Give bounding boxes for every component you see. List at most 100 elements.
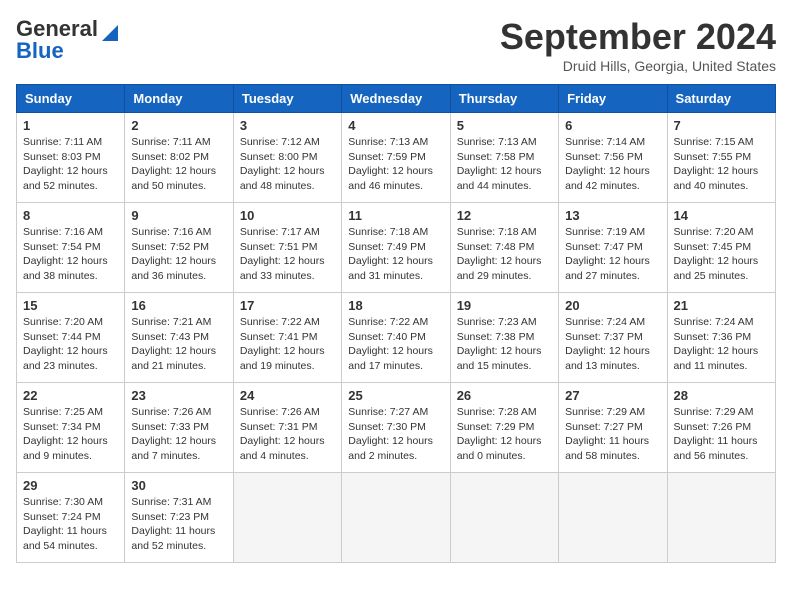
col-tuesday: Tuesday [233,85,341,113]
day-number: 18 [348,298,443,313]
day-info: Sunrise: 7:21 AM Sunset: 7:43 PM Dayligh… [131,315,226,374]
calendar-cell: 14 Sunrise: 7:20 AM Sunset: 7:45 PM Dayli… [667,203,775,293]
calendar-cell: 20Sunrise: 7:24 AM Sunset: 7:37 PM Dayli… [559,293,667,383]
day-number: 2 [131,118,226,133]
calendar-week-4: 22 Sunrise: 7:25 AM Sunset: 7:34 PM Dayli… [17,383,776,473]
day-number: 19 [457,298,552,313]
col-saturday: Saturday [667,85,775,113]
day-number: 30 [131,478,226,493]
calendar-week-1: 1 Sunrise: 7:11 AM Sunset: 8:03 PM Daylig… [17,113,776,203]
day-info: Sunrise: 7:26 AM Sunset: 7:33 PM Dayligh… [131,405,226,464]
logo-arrow-icon [100,23,120,43]
calendar-cell: 7 Sunrise: 7:15 AM Sunset: 7:55 PM Daylig… [667,113,775,203]
col-sunday: Sunday [17,85,125,113]
day-number: 21 [674,298,769,313]
calendar-cell: 18 Sunrise: 7:22 AM Sunset: 7:40 PM Dayli… [342,293,450,383]
day-info: Sunrise: 7:11 AM Sunset: 8:03 PM Dayligh… [23,135,118,194]
day-number: 14 [674,208,769,223]
calendar-cell: 28 Sunrise: 7:29 AM Sunset: 7:26 PM Dayli… [667,383,775,473]
day-number: 22 [23,388,118,403]
day-number: 3 [240,118,335,133]
calendar-cell: 26 Sunrise: 7:28 AM Sunset: 7:29 PM Dayli… [450,383,558,473]
day-info: Sunrise: 7:24 AM Sunset: 7:37 PM Dayligh… [565,315,660,374]
calendar-cell: 13 Sunrise: 7:19 AM Sunset: 7:47 PM Dayli… [559,203,667,293]
calendar-cell: 9 Sunrise: 7:16 AM Sunset: 7:52 PM Daylig… [125,203,233,293]
day-info: Sunrise: 7:20 AM Sunset: 7:45 PM Dayligh… [674,225,769,284]
day-number: 5 [457,118,552,133]
day-info: Sunrise: 7:11 AM Sunset: 8:02 PM Dayligh… [131,135,226,194]
calendar-cell [559,473,667,563]
location: Druid Hills, Georgia, United States [500,58,776,74]
calendar-cell: 3 Sunrise: 7:12 AM Sunset: 8:00 PM Daylig… [233,113,341,203]
day-number: 7 [674,118,769,133]
calendar-cell: 12 Sunrise: 7:18 AM Sunset: 7:48 PM Dayli… [450,203,558,293]
day-number: 11 [348,208,443,223]
day-info: Sunrise: 7:22 AM Sunset: 7:41 PM Dayligh… [240,315,335,374]
calendar-cell: 16 Sunrise: 7:21 AM Sunset: 7:43 PM Dayli… [125,293,233,383]
day-info: Sunrise: 7:15 AM Sunset: 7:55 PM Dayligh… [674,135,769,194]
day-info: Sunrise: 7:16 AM Sunset: 7:52 PM Dayligh… [131,225,226,284]
day-info: Sunrise: 7:19 AM Sunset: 7:47 PM Dayligh… [565,225,660,284]
day-number: 16 [131,298,226,313]
calendar-cell [233,473,341,563]
day-number: 8 [23,208,118,223]
calendar-cell: 1 Sunrise: 7:11 AM Sunset: 8:03 PM Daylig… [17,113,125,203]
day-info: Sunrise: 7:30 AM Sunset: 7:24 PM Dayligh… [23,495,118,554]
col-monday: Monday [125,85,233,113]
calendar-cell [450,473,558,563]
col-friday: Friday [559,85,667,113]
day-info: Sunrise: 7:31 AM Sunset: 7:23 PM Dayligh… [131,495,226,554]
day-number: 13 [565,208,660,223]
day-info: Sunrise: 7:22 AM Sunset: 7:40 PM Dayligh… [348,315,443,374]
calendar-cell: 29 Sunrise: 7:30 AM Sunset: 7:24 PM Dayli… [17,473,125,563]
col-thursday: Thursday [450,85,558,113]
day-number: 9 [131,208,226,223]
calendar-cell: 30 Sunrise: 7:31 AM Sunset: 7:23 PM Dayli… [125,473,233,563]
day-info: Sunrise: 7:18 AM Sunset: 7:48 PM Dayligh… [457,225,552,284]
header: General Blue September 2024 Druid Hills,… [16,16,776,74]
day-info: Sunrise: 7:16 AM Sunset: 7:54 PM Dayligh… [23,225,118,284]
day-info: Sunrise: 7:17 AM Sunset: 7:51 PM Dayligh… [240,225,335,284]
calendar-cell: 27 Sunrise: 7:29 AM Sunset: 7:27 PM Dayli… [559,383,667,473]
day-info: Sunrise: 7:29 AM Sunset: 7:27 PM Dayligh… [565,405,660,464]
day-number: 29 [23,478,118,493]
calendar-header: Sunday Monday Tuesday Wednesday Thursday… [17,85,776,113]
day-info: Sunrise: 7:27 AM Sunset: 7:30 PM Dayligh… [348,405,443,464]
day-info: Sunrise: 7:29 AM Sunset: 7:26 PM Dayligh… [674,405,769,464]
calendar-cell [667,473,775,563]
calendar-week-2: 8 Sunrise: 7:16 AM Sunset: 7:54 PM Daylig… [17,203,776,293]
calendar-week-3: 15 Sunrise: 7:20 AM Sunset: 7:44 PM Dayli… [17,293,776,383]
day-number: 23 [131,388,226,403]
calendar-cell: 21Sunrise: 7:24 AM Sunset: 7:36 PM Dayli… [667,293,775,383]
calendar-cell: 5 Sunrise: 7:13 AM Sunset: 7:58 PM Daylig… [450,113,558,203]
day-info: Sunrise: 7:12 AM Sunset: 8:00 PM Dayligh… [240,135,335,194]
calendar-cell: 11 Sunrise: 7:18 AM Sunset: 7:49 PM Dayli… [342,203,450,293]
day-number: 28 [674,388,769,403]
day-number: 15 [23,298,118,313]
calendar-cell: 4 Sunrise: 7:13 AM Sunset: 7:59 PM Daylig… [342,113,450,203]
day-number: 6 [565,118,660,133]
day-number: 24 [240,388,335,403]
day-info: Sunrise: 7:18 AM Sunset: 7:49 PM Dayligh… [348,225,443,284]
day-info: Sunrise: 7:28 AM Sunset: 7:29 PM Dayligh… [457,405,552,464]
day-info: Sunrise: 7:23 AM Sunset: 7:38 PM Dayligh… [457,315,552,374]
day-info: Sunrise: 7:13 AM Sunset: 7:58 PM Dayligh… [457,135,552,194]
calendar-cell: 6 Sunrise: 7:14 AM Sunset: 7:56 PM Daylig… [559,113,667,203]
day-number: 27 [565,388,660,403]
day-number: 1 [23,118,118,133]
day-info: Sunrise: 7:13 AM Sunset: 7:59 PM Dayligh… [348,135,443,194]
day-number: 26 [457,388,552,403]
day-number: 12 [457,208,552,223]
day-info: Sunrise: 7:25 AM Sunset: 7:34 PM Dayligh… [23,405,118,464]
col-wednesday: Wednesday [342,85,450,113]
day-info: Sunrise: 7:20 AM Sunset: 7:44 PM Dayligh… [23,315,118,374]
day-info: Sunrise: 7:14 AM Sunset: 7:56 PM Dayligh… [565,135,660,194]
month-title: September 2024 [500,16,776,58]
calendar-cell: 17 Sunrise: 7:22 AM Sunset: 7:41 PM Dayli… [233,293,341,383]
day-number: 17 [240,298,335,313]
logo: General Blue [16,16,120,63]
day-info: Sunrise: 7:26 AM Sunset: 7:31 PM Dayligh… [240,405,335,464]
logo-blue: Blue [16,38,64,63]
day-number: 4 [348,118,443,133]
calendar-cell: 8 Sunrise: 7:16 AM Sunset: 7:54 PM Daylig… [17,203,125,293]
